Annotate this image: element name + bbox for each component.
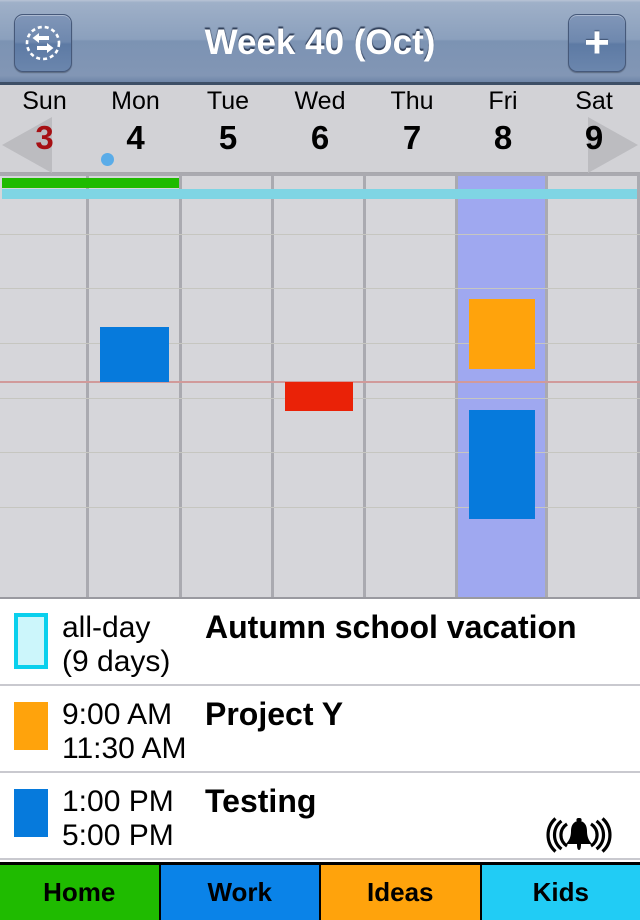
event-color-swatch: [14, 702, 48, 750]
grid-column-fri[interactable]: [458, 176, 548, 597]
event-list: all-day (9 days) Autumn school vacation 9:0…: [0, 597, 640, 862]
event-end-time: 5:00 PM: [62, 819, 174, 852]
event-start-time: 1:00 PM: [62, 785, 174, 818]
event-start-time: 9:00 AM: [62, 698, 173, 731]
add-event-button[interactable]: +: [568, 14, 626, 72]
event-end-time: (9 days): [62, 645, 171, 678]
event-list-item[interactable]: 1:00 PM 5:00 PM Testing: [0, 773, 640, 860]
event-list-item[interactable]: all-day (9 days) Autumn school vacation: [0, 599, 640, 686]
hour-gridline: [0, 288, 640, 289]
event-list-item[interactable]: 9:00 AM 11:30 AM Project Y: [0, 686, 640, 773]
day-number: 4: [126, 119, 145, 156]
grid-column-sun[interactable]: [0, 176, 89, 597]
day-name: Mon: [111, 87, 160, 115]
event-title: Project Y: [205, 696, 344, 732]
today-indicator-dot: [101, 153, 114, 166]
day-number: 9: [584, 119, 604, 156]
fri-blue-block[interactable]: [469, 410, 535, 519]
day-header-row: Sun 3 Mon 4 Tue 5 Wed 6 Thu 7 Fri 8 Sat 9: [0, 85, 640, 173]
hour-gridline: [0, 507, 640, 508]
day-header-tue[interactable]: Tue 5: [182, 85, 274, 173]
day-name: Tue: [206, 87, 250, 115]
day-name: Fri: [488, 87, 518, 115]
hour-gridline: [0, 343, 640, 344]
event-title: Testing: [205, 783, 317, 819]
wed-red-block[interactable]: [285, 382, 353, 411]
week-grid[interactable]: [0, 173, 640, 597]
hour-gridline: [0, 452, 640, 453]
day-name: Wed: [294, 87, 346, 115]
day-number: 3: [35, 119, 54, 156]
green-band[interactable]: [2, 178, 179, 188]
tab-ideas[interactable]: Ideas: [321, 865, 482, 920]
tab-work[interactable]: Work: [160, 865, 321, 920]
cyan-band[interactable]: [2, 189, 637, 199]
day-name: Sat: [575, 87, 613, 115]
day-number: 7: [402, 119, 422, 156]
event-color-swatch: [14, 789, 48, 837]
navigation-bar: Week 40 (Oct) +: [0, 0, 640, 85]
grid-column-sat[interactable]: [548, 176, 640, 597]
event-title: Autumn school vacation: [205, 609, 577, 645]
page-title: Week 40 (Oct): [204, 22, 436, 62]
grid-column-thu[interactable]: [366, 176, 458, 597]
sync-arrows-icon: [25, 25, 61, 61]
alarm-bell-icon: [544, 817, 614, 853]
tab-kids[interactable]: Kids: [481, 865, 640, 920]
grid-column-mon[interactable]: [89, 176, 182, 597]
day-name: Thu: [390, 87, 434, 115]
day-name: Sun: [22, 87, 67, 115]
category-tab-bar: Home Work Ideas Kids: [0, 862, 640, 920]
event-end-time: 11:30 AM: [62, 732, 187, 765]
day-number: 8: [493, 119, 513, 156]
grid-column-tue[interactable]: [182, 176, 274, 597]
sync-button[interactable]: [14, 14, 72, 72]
hour-gridline: [0, 234, 640, 235]
day-header-thu[interactable]: Thu 7: [366, 85, 458, 173]
event-color-swatch: [14, 613, 48, 669]
day-header-mon[interactable]: Mon 4: [89, 85, 182, 173]
plus-icon: +: [584, 18, 610, 67]
day-number: 5: [218, 119, 238, 156]
day-number: 6: [310, 119, 330, 156]
fri-orange-block[interactable]: [469, 299, 535, 369]
calendar-week-screen: Week 40 (Oct) + Sun 3 Mon 4 Tue 5 Wed 6 Thu 7 Fri 8…: [0, 0, 640, 920]
mon-blue-block[interactable]: [100, 327, 169, 382]
day-header-wed[interactable]: Wed 6: [274, 85, 366, 173]
day-header-fri[interactable]: Fri 8: [458, 85, 548, 173]
tab-home[interactable]: Home: [0, 865, 161, 920]
event-start-time: all-day: [62, 611, 151, 644]
